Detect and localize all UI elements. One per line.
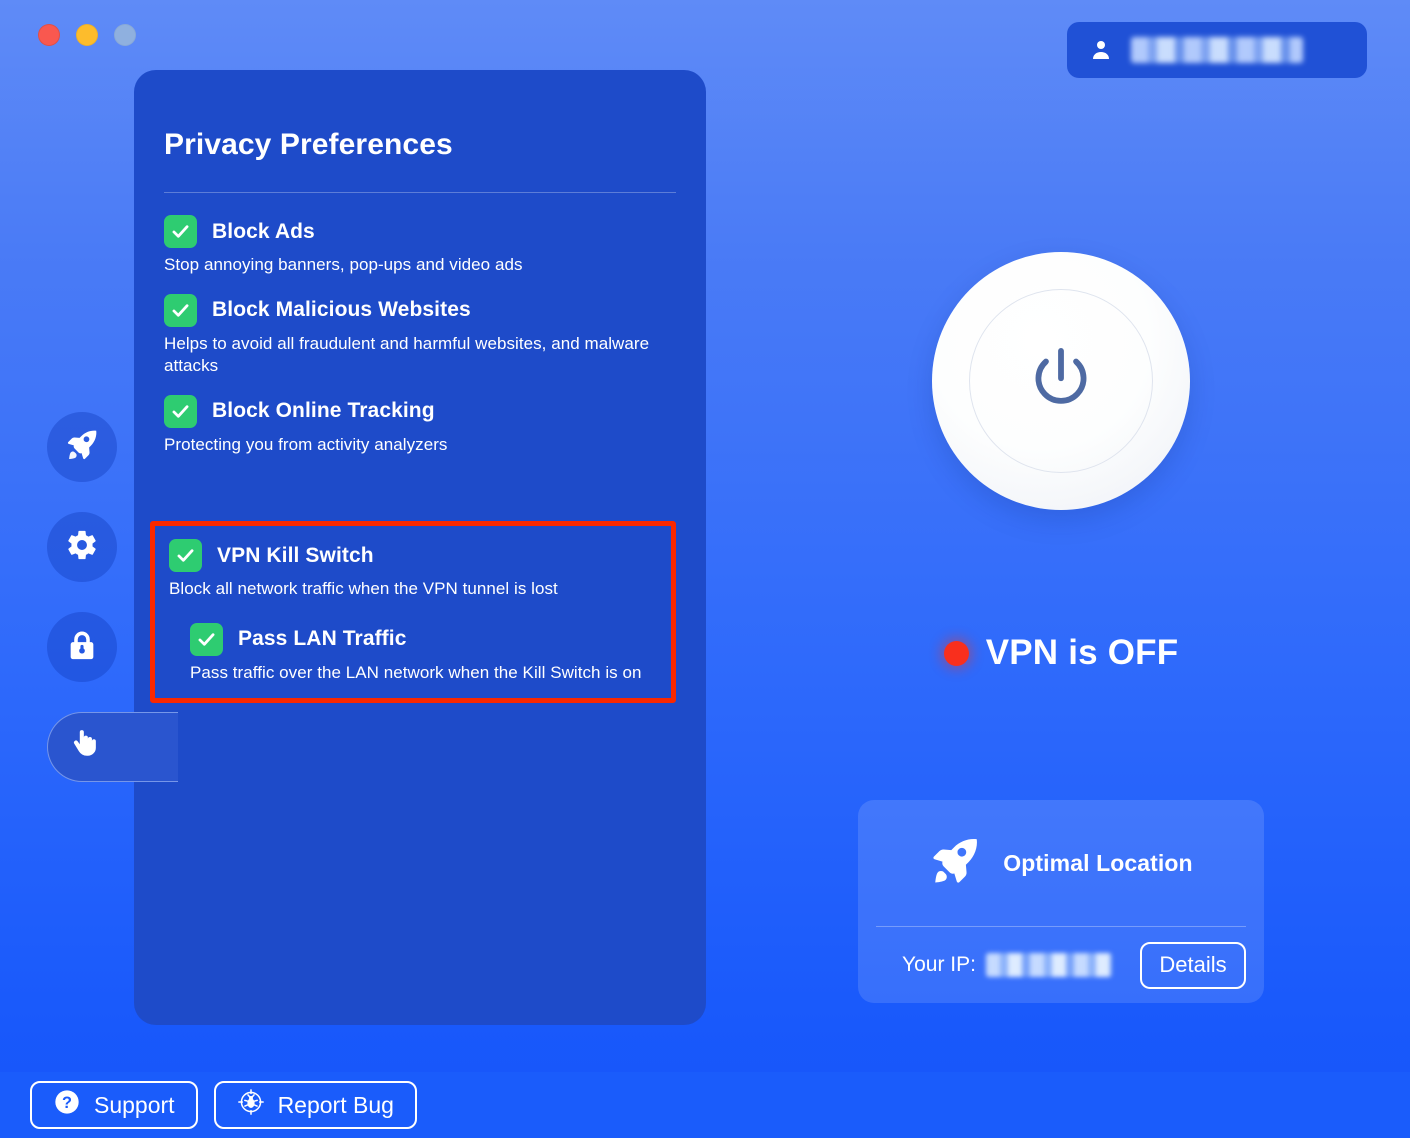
preference-head: Block Online Tracking (164, 394, 676, 428)
preference-description: Block all network traffic when the VPN t… (169, 579, 558, 598)
window-controls (38, 24, 136, 46)
power-button-inner-ring (969, 289, 1153, 473)
account-badge[interactable]: ██████ █████ (1067, 22, 1367, 78)
preference-label: Block Ads (212, 219, 315, 243)
gear-icon (65, 528, 99, 567)
lock-icon (65, 628, 99, 667)
preference-description: Stop annoying banners, pop-ups and video… (164, 255, 523, 274)
kill-switch-highlight-annotation: VPN Kill Switch Block all network traffi… (150, 521, 676, 704)
location-header: Optimal Location (858, 800, 1264, 926)
question-mark-icon: ? (53, 1088, 81, 1122)
check-icon (177, 549, 194, 562)
checkbox-pass-lan-traffic[interactable] (190, 622, 223, 656)
preference-label: VPN Kill Switch (217, 543, 374, 567)
preference-row-block-malicious-websites: Block Malicious Websites Helps to avoid … (164, 293, 676, 378)
account-name-redacted: ██████ █████ (1131, 37, 1303, 63)
person-icon (1089, 38, 1113, 62)
minimize-window-button[interactable] (76, 24, 98, 46)
ip-value-redacted: ███.██.██.██ (985, 953, 1112, 977)
preference-head: VPN Kill Switch (169, 539, 657, 572)
sidebar-nav (47, 412, 178, 782)
report-bug-button-label: Report Bug (277, 1091, 394, 1118)
sidebar-item-settings[interactable] (47, 512, 117, 582)
sidebar-item-security[interactable] (47, 612, 117, 682)
support-button-label: Support (94, 1091, 175, 1118)
hand-icon (66, 727, 102, 768)
preference-label: Block Online Tracking (212, 399, 435, 423)
svg-text:?: ? (62, 1094, 72, 1112)
preference-label: Pass LAN Traffic (238, 627, 407, 651)
bug-target-icon (237, 1088, 265, 1122)
preferences-list: Block Ads Stop annoying banners, pop-ups… (134, 193, 706, 456)
preference-head: Pass LAN Traffic (190, 622, 657, 656)
privacy-preferences-card: Privacy Preferences Block Ads Stop annoy… (134, 70, 706, 1025)
check-icon (198, 632, 215, 646)
support-button[interactable]: ? Support (30, 1081, 198, 1129)
preference-label: Block Malicious Websites (212, 298, 471, 322)
sidebar-item-privacy[interactable] (47, 712, 178, 782)
preference-description: Protecting you from activity analyzers (164, 434, 448, 454)
details-button[interactable]: Details (1140, 941, 1246, 989)
preference-row-block-online-tracking: Block Online Tracking Protecting you fro… (164, 394, 676, 457)
location-card[interactable]: Optimal Location Your IP: ███.██.██.██ D… (858, 800, 1264, 1003)
check-icon (172, 303, 189, 317)
sidebar-item-locations[interactable] (47, 412, 117, 482)
check-icon (172, 225, 189, 238)
vpn-app-window: ██████ █████ (0, 0, 1410, 1138)
preference-row-vpn-kill-switch: VPN Kill Switch Block all network traffi… (169, 539, 657, 601)
preference-row-block-ads: Block Ads Stop annoying banners, pop-ups… (164, 215, 676, 277)
preference-description: Helps to avoid all fraudulent and harmfu… (164, 333, 650, 376)
close-window-button[interactable] (38, 24, 60, 46)
vpn-power-button[interactable] (932, 252, 1190, 510)
preference-head: Block Malicious Websites (164, 293, 676, 327)
power-button-wrapper (932, 252, 1190, 510)
rocket-icon (65, 428, 99, 467)
zoom-window-button[interactable] (114, 24, 136, 46)
footer-bar: ? Support Report Bug (0, 1072, 1410, 1138)
rocket-icon (929, 835, 981, 892)
location-footer: Your IP: ███.██.██.██ Details (858, 927, 1264, 1003)
page-title: Privacy Preferences (164, 128, 453, 161)
check-icon (172, 405, 189, 418)
checkbox-block-ads[interactable] (164, 215, 197, 248)
ip-label: Your IP: (902, 953, 976, 976)
power-icon (1035, 348, 1087, 404)
vpn-status: VPN is OFF (700, 633, 1410, 673)
preference-description: Pass traffic over the LAN network when t… (190, 662, 642, 682)
preference-head: Block Ads (164, 215, 676, 248)
location-name: Optimal Location (1003, 849, 1193, 876)
checkbox-block-online-tracking[interactable] (164, 394, 197, 428)
status-text: VPN is OFF (985, 633, 1179, 672)
report-bug-button[interactable]: Report Bug (213, 1081, 417, 1129)
preference-row-pass-lan-traffic: Pass LAN Traffic Pass traffic over the L… (169, 622, 657, 685)
status-indicator-dot (943, 640, 969, 666)
checkbox-vpn-kill-switch[interactable] (169, 539, 202, 572)
checkbox-block-malicious-websites[interactable] (164, 293, 197, 327)
